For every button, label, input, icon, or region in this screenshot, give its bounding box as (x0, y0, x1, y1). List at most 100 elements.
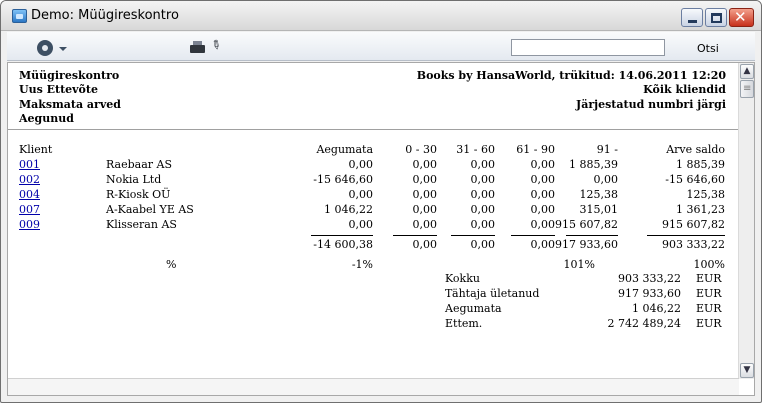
amount-c0_30: 0,00 (412, 158, 438, 171)
column-header-klient: Klient (19, 143, 53, 156)
summary-value: 917 933,60 (618, 287, 681, 300)
company-name: Uus Ettevõte (19, 83, 98, 96)
amount-c61_90: 0,00 (530, 188, 556, 201)
totals-rule (511, 235, 555, 236)
totals-rule (647, 235, 725, 236)
amount-saldo: 1 885,39 (676, 158, 725, 171)
summary-label: Ettem. (445, 317, 483, 330)
customer-code-link[interactable]: 004 (19, 188, 40, 201)
totals-rule (311, 235, 373, 236)
column-header-c0_30: 0 - 30 (405, 143, 437, 156)
minimize-icon (688, 20, 697, 23)
percent-label: % (166, 258, 177, 271)
report-filter: Maksmata arved (19, 98, 121, 111)
title-bar[interactable]: Demo: Müügireskontro ✕ (1, 1, 761, 31)
amount-aegumata: 0,00 (348, 158, 374, 171)
amount-aegumata: 0,00 (348, 218, 374, 231)
column-header-c31_60: 31 - 60 (456, 143, 495, 156)
search-input[interactable] (511, 39, 665, 56)
customer-code-link[interactable]: 001 (19, 158, 40, 171)
printed-info: Books by HansaWorld, trükitud: 14.06.201… (416, 69, 726, 82)
customer-code-link[interactable]: 007 (19, 203, 40, 216)
horizontal-scrollbar[interactable] (8, 378, 739, 395)
total-c91: 917 933,60 (555, 238, 618, 251)
amount-c91: 0,00 (593, 173, 619, 186)
amount-c91: 915 607,82 (555, 218, 618, 231)
customer-name: R-Kiosk OÜ (106, 188, 171, 201)
column-header-saldo: Arve saldo (666, 143, 725, 156)
pin-icon[interactable]: ✎ (208, 36, 224, 53)
app-icon (12, 9, 27, 23)
totals-rule (566, 235, 618, 236)
search-button[interactable]: Otsi (697, 42, 719, 55)
amount-c31_60: 0,00 (470, 173, 496, 186)
customer-name: Nokia Ltd (106, 173, 162, 186)
amount-c91: 315,01 (579, 203, 619, 216)
summary-currency: EUR (696, 302, 722, 315)
scroll-down-button[interactable]: ▼ (740, 363, 754, 378)
percent-aegumata: -1% (351, 258, 373, 271)
column-header-aegumata: Aegumata (316, 143, 373, 156)
amount-c31_60: 0,00 (470, 188, 496, 201)
customer-name: Klisseran AS (106, 218, 177, 231)
scroll-up-button[interactable]: ▲ (740, 64, 754, 79)
total-c31_60: 0,00 (470, 238, 496, 251)
amount-c31_60: 0,00 (470, 218, 496, 231)
totals-rule (451, 235, 495, 236)
summary-currency: EUR (696, 272, 722, 285)
chevron-down-icon[interactable] (59, 47, 67, 51)
amount-c61_90: 0,00 (530, 203, 556, 216)
gear-icon[interactable] (37, 40, 53, 56)
amount-c0_30: 0,00 (412, 218, 438, 231)
summary-label: Kokku (445, 272, 480, 285)
maximize-icon (711, 13, 722, 23)
summary-value: 1 046,22 (632, 302, 681, 315)
scroll-thumb[interactable] (740, 80, 754, 98)
amount-c61_90: 0,00 (530, 158, 556, 171)
amount-c61_90: 0,00 (530, 173, 556, 186)
report-name: Müügireskontro (19, 69, 120, 82)
customer-code-link[interactable]: 002 (19, 173, 40, 186)
amount-c31_60: 0,00 (470, 158, 496, 171)
report-subfilter: Aegunud (19, 112, 74, 125)
total-c0_30: 0,00 (412, 238, 438, 251)
total-saldo: 903 333,22 (662, 238, 725, 251)
report-window: Demo: Müügireskontro ✕ ✎ Otsi Müügiresko… (0, 0, 762, 403)
amount-c91: 1 885,39 (569, 158, 618, 171)
printer-icon[interactable] (190, 41, 205, 53)
amount-c0_30: 0,00 (412, 173, 438, 186)
summary-currency: EUR (696, 317, 722, 330)
amount-saldo: 1 361,23 (676, 203, 725, 216)
summary-value: 2 742 489,24 (607, 317, 681, 330)
header-divider (8, 129, 739, 130)
amount-c91: 125,38 (579, 188, 619, 201)
amount-c61_90: 0,00 (530, 218, 556, 231)
percent-saldo: 100% (693, 258, 725, 271)
report-content: Müügireskontro Uus Ettevõte Maksmata arv… (8, 63, 739, 379)
amount-saldo: 915 607,82 (662, 218, 725, 231)
totals-rule (393, 235, 437, 236)
column-header-c91: 91 - (596, 143, 618, 156)
amount-c0_30: 0,00 (412, 203, 438, 216)
amount-saldo: -15 646,60 (665, 173, 725, 186)
amount-saldo: 125,38 (686, 188, 726, 201)
customer-scope: Kõik kliendid (643, 83, 726, 96)
minimize-button[interactable] (681, 8, 703, 27)
amount-aegumata: 0,00 (348, 188, 374, 201)
summary-value: 903 333,22 (618, 272, 681, 285)
maximize-button[interactable] (705, 8, 727, 27)
summary-label: Aegumata (445, 302, 502, 315)
customer-name: Raebaar AS (106, 158, 172, 171)
amount-c0_30: 0,00 (412, 188, 438, 201)
close-icon: ✕ (734, 8, 747, 26)
amount-aegumata: 1 046,22 (324, 203, 373, 216)
summary-currency: EUR (696, 287, 722, 300)
summary-label: Tähtaja ületanud (445, 287, 540, 300)
close-button[interactable]: ✕ (729, 8, 754, 27)
customer-name: A-Kaabel YE AS (106, 203, 194, 216)
amount-c31_60: 0,00 (470, 203, 496, 216)
customer-code-link[interactable]: 009 (19, 218, 40, 231)
report-area: Müügireskontro Uus Ettevõte Maksmata arv… (7, 62, 755, 396)
sort-order: Järjestatud numbri järgi (575, 98, 726, 111)
vertical-scrollbar[interactable]: ▲ ▼ (738, 63, 754, 379)
